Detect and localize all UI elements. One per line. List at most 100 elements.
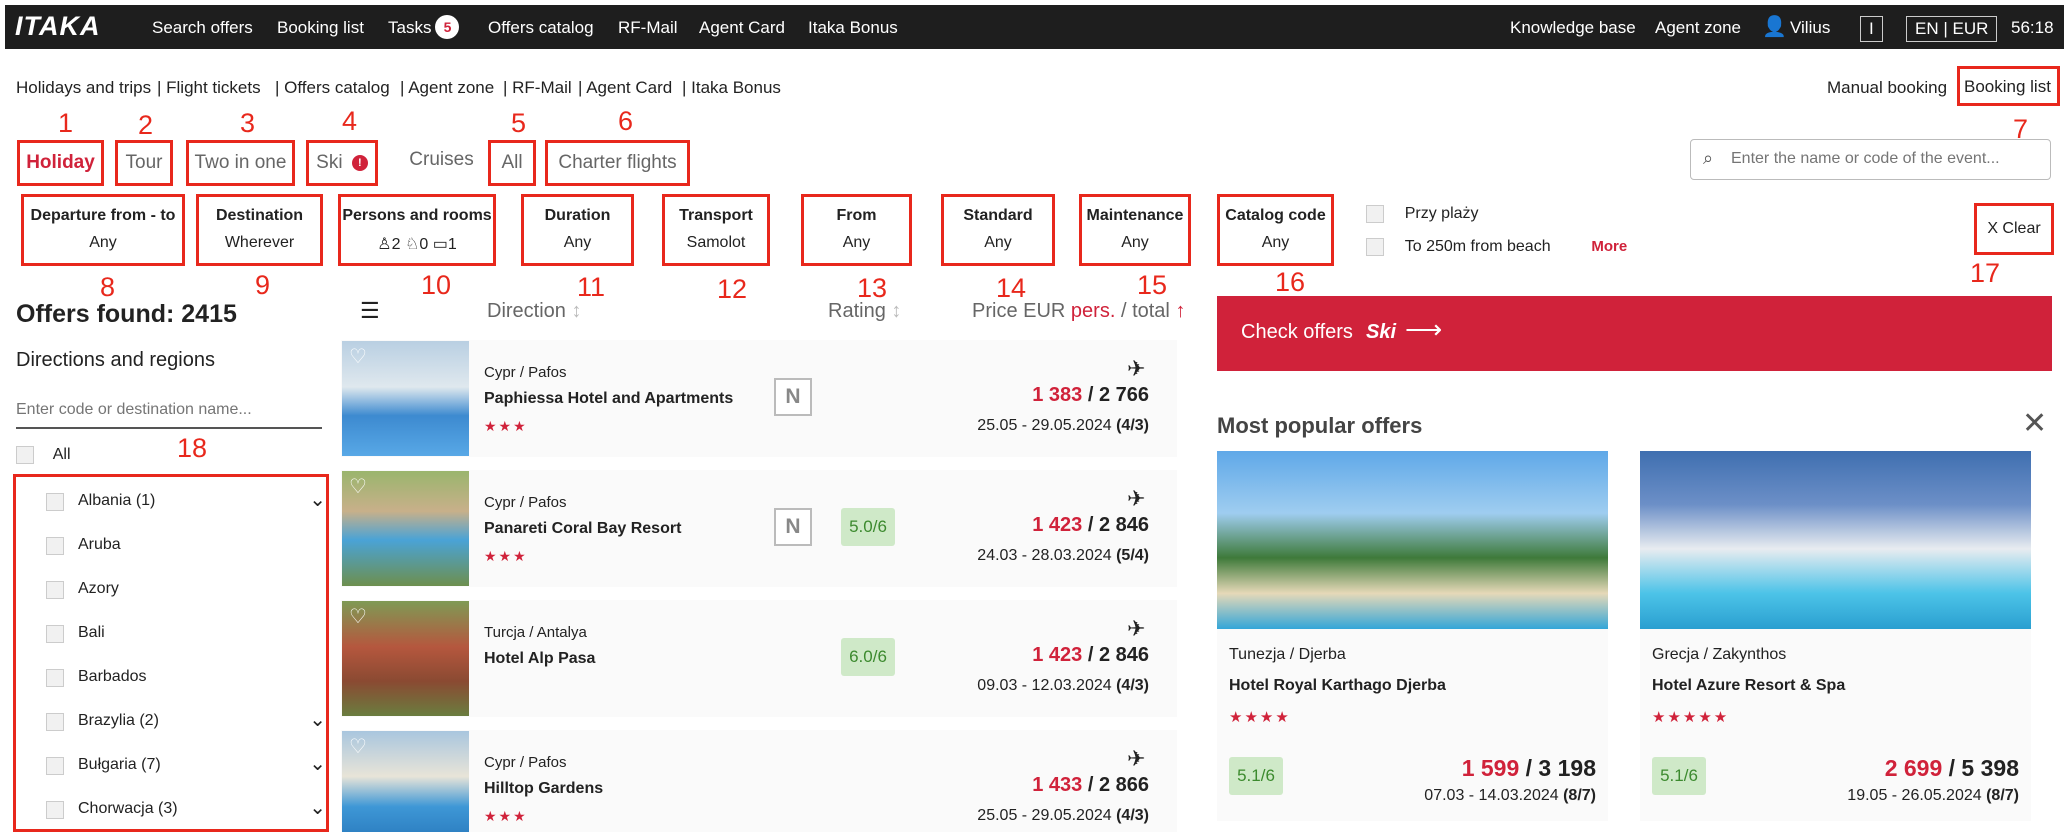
chevron-down-icon[interactable]: ⌄	[309, 795, 326, 820]
region-item[interactable]: Albania (1) ⌄	[46, 481, 326, 525]
close-icon[interactable]: ✕	[2022, 406, 2047, 441]
tab-ski[interactable]: Ski !	[306, 140, 378, 186]
nav-itaka-bonus[interactable]: Itaka Bonus	[808, 18, 898, 38]
event-search[interactable]: ⌕	[1690, 139, 2051, 180]
popular-offer-name[interactable]: Hotel Azure Resort & Spa	[1652, 677, 1845, 695]
popular-offer-name[interactable]: Hotel Royal Karthago Djerba	[1229, 677, 1446, 695]
nav-knowledge-base[interactable]: Knowledge base	[1510, 18, 1636, 38]
tab-charter-flights[interactable]: Charter flights	[545, 140, 690, 186]
chevron-down-icon[interactable]: ⌄	[309, 487, 326, 512]
heart-icon[interactable]: ♡	[349, 344, 367, 369]
nav-agent-zone[interactable]: Agent zone	[1655, 18, 1741, 38]
filter-catalog-code[interactable]: Catalog code Any	[1217, 194, 1334, 266]
region-item[interactable]: Aruba	[46, 525, 326, 569]
subnav-rf-mail[interactable]: | RF-Mail	[503, 78, 572, 98]
offer-hotel-name[interactable]: Hilltop Gardens	[484, 780, 603, 798]
filter-from[interactable]: From Any	[801, 194, 912, 266]
user-name[interactable]: Vilius	[1790, 18, 1830, 38]
region-checkbox[interactable]	[46, 537, 64, 555]
offer-price: 1 433 / 2 866	[1032, 774, 1149, 797]
sort-direction[interactable]: Direction ↕	[487, 300, 581, 323]
nav-tasks[interactable]: Tasks 5	[388, 15, 460, 40]
region-checkbox[interactable]	[46, 713, 64, 731]
nav-offers-catalog[interactable]: Offers catalog	[488, 18, 594, 38]
filter-standard[interactable]: Standard Any	[941, 194, 1055, 266]
clear-filters-button[interactable]: X Clear	[1974, 203, 2054, 255]
annotation-10: 10	[421, 270, 452, 300]
offer-card[interactable]: ♡ Turcja / Antalya Hotel Alp Pasa 6.0/6 …	[341, 600, 1177, 717]
heart-icon[interactable]: ♡	[349, 734, 367, 759]
tab-holiday[interactable]: Holiday	[17, 140, 104, 186]
filter-destination[interactable]: Destination Wherever	[196, 194, 323, 266]
region-item[interactable]: Barbados	[46, 657, 326, 701]
check-offers-banner[interactable]: Check offers Ski ⟶	[1217, 296, 2052, 371]
tab-all[interactable]: All	[488, 140, 536, 186]
region-label: Bułgaria (7)	[78, 756, 161, 773]
tab-cruises[interactable]: Cruises	[404, 140, 479, 186]
filter-persons-rooms[interactable]: Persons and rooms ♙2 ♘0 ▭1	[338, 194, 496, 266]
nav-search-offers[interactable]: Search offers	[152, 18, 253, 38]
price-per-person: 1 433	[1032, 774, 1083, 796]
heart-icon[interactable]: ♡	[349, 474, 367, 499]
heart-icon[interactable]: ♡	[349, 604, 367, 629]
region-checkbox[interactable]	[46, 669, 64, 687]
chevron-down-icon[interactable]: ⌄	[309, 707, 326, 732]
subnav-agent-zone[interactable]: | Agent zone	[400, 78, 494, 98]
beach-250m-checkbox[interactable]	[1366, 237, 1384, 256]
beach-checkbox[interactable]	[1366, 204, 1384, 223]
offer-card[interactable]: ♡ Cypr / Pafos Panareti Coral Bay Resort…	[341, 470, 1177, 587]
manual-booking-link[interactable]: Manual booking	[1827, 78, 1947, 98]
i-button[interactable]: I	[1860, 16, 1883, 42]
offer-hotel-name[interactable]: Panareti Coral Bay Resort	[484, 520, 681, 538]
arrow-right-icon: ⟶	[1405, 314, 1443, 344]
subnav-agent-card[interactable]: | Agent Card	[578, 78, 672, 98]
offer-hotel-name[interactable]: Paphiessa Hotel and Apartments	[484, 390, 733, 408]
list-menu-icon[interactable]: ☰	[360, 298, 380, 324]
adults-count: 2	[391, 236, 401, 253]
sort-price[interactable]: Price EUR pers. / total ↑	[972, 300, 1185, 323]
event-search-input[interactable]	[1731, 146, 2041, 172]
subnav-holidays[interactable]: Holidays and trips	[16, 78, 151, 98]
tab-tour[interactable]: Tour	[115, 140, 173, 186]
more-filters-link[interactable]: More	[1591, 238, 1627, 255]
booking-list-link[interactable]: Booking list	[1957, 66, 2060, 106]
region-item[interactable]: Chorwacja (3) ⌄	[46, 789, 326, 832]
tab-two-in-one[interactable]: Two in one	[186, 140, 295, 186]
subnav-offers-catalog[interactable]: | Offers catalog	[275, 78, 390, 98]
filter-duration[interactable]: Duration Any	[521, 194, 634, 266]
region-checkbox[interactable]	[46, 625, 64, 643]
offer-card[interactable]: ♡ Cypr / Pafos Paphiessa Hotel and Apart…	[341, 340, 1177, 457]
region-checkbox[interactable]	[46, 581, 64, 599]
filter-transport[interactable]: Transport Samolot	[662, 194, 770, 266]
beach-250m-checkbox-row[interactable]: To 250m from beach More	[1366, 236, 1627, 256]
beach-checkbox-row[interactable]: Przy plaży	[1366, 203, 1479, 223]
itaka-logo[interactable]: ITAKA	[15, 11, 101, 42]
region-item[interactable]: Brazylia (2) ⌄	[46, 701, 326, 745]
subnav-itaka-bonus[interactable]: | Itaka Bonus	[682, 78, 781, 98]
all-regions-checkbox[interactable]	[16, 445, 34, 464]
region-label: Azory	[78, 580, 119, 597]
popular-offer-card[interactable]: Grecja / Zakynthos Hotel Azure Resort & …	[1640, 451, 2031, 821]
language-currency-switch[interactable]: EN | EUR	[1906, 16, 1998, 42]
region-checkbox[interactable]	[46, 493, 64, 511]
popular-offers-title: Most popular offers	[1217, 413, 1423, 438]
nav-booking-list[interactable]: Booking list	[277, 18, 364, 38]
region-item[interactable]: Azory	[46, 569, 326, 613]
nav-rf-mail[interactable]: RF-Mail	[618, 18, 678, 38]
region-search-input[interactable]	[16, 393, 322, 429]
popular-offer-card[interactable]: Tunezja / Djerba Hotel Royal Karthago Dj…	[1217, 451, 1608, 821]
new-badge: N	[774, 508, 812, 546]
offer-card[interactable]: ♡ Cypr / Pafos Hilltop Gardens ★★★ ✈ 1 4…	[341, 730, 1177, 832]
subnav-flight-tickets[interactable]: | Flight tickets	[157, 78, 261, 98]
region-checkbox[interactable]	[46, 757, 64, 775]
region-item[interactable]: Bali	[46, 613, 326, 657]
sort-rating[interactable]: Rating ↕	[828, 300, 901, 323]
offer-hotel-name[interactable]: Hotel Alp Pasa	[484, 650, 595, 668]
region-checkbox[interactable]	[46, 801, 64, 819]
chevron-down-icon[interactable]: ⌄	[309, 751, 326, 776]
filter-maintenance[interactable]: Maintenance Any	[1079, 194, 1191, 266]
region-item[interactable]: Bułgaria (7) ⌄	[46, 745, 326, 789]
filter-departure[interactable]: Departure from - to Any	[21, 194, 185, 266]
nav-agent-card[interactable]: Agent Card	[699, 18, 785, 38]
all-regions-row[interactable]: All	[16, 444, 71, 464]
